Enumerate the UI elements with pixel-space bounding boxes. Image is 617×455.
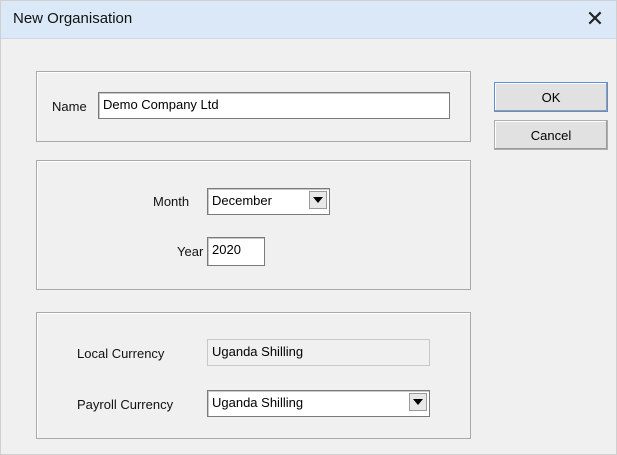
- local-currency-field: Uganda Shilling: [207, 339, 430, 366]
- month-label: Month: [153, 194, 190, 209]
- chevron-down-icon: [413, 399, 423, 405]
- name-label: Name: [52, 99, 87, 114]
- payroll-currency-value: Uganda Shilling: [212, 395, 304, 410]
- dialog-title: New Organisation: [13, 10, 133, 27]
- payroll-currency-label: Payroll Currency: [77, 397, 174, 412]
- period-group: [36, 160, 471, 290]
- month-select[interactable]: December: [207, 188, 330, 215]
- name-input[interactable]: Demo Company Ltd: [98, 92, 450, 119]
- title-bar[interactable]: New Organisation ✕: [1, 1, 616, 39]
- month-select-value: December: [212, 193, 272, 208]
- year-input[interactable]: 2020: [207, 237, 265, 266]
- chevron-down-icon: [313, 197, 323, 203]
- ok-button[interactable]: OK: [494, 82, 608, 112]
- local-currency-label: Local Currency: [77, 346, 165, 361]
- month-dropdown-button[interactable]: [309, 191, 327, 209]
- close-button[interactable]: ✕: [578, 3, 612, 35]
- payroll-currency-select[interactable]: Uganda Shilling: [207, 390, 430, 417]
- new-organisation-dialog: New Organisation ✕ Name Demo Company Ltd…: [0, 0, 617, 455]
- year-label: Year: [177, 244, 204, 259]
- cancel-button[interactable]: Cancel: [494, 120, 608, 150]
- close-icon: ✕: [585, 6, 605, 31]
- currency-group: [36, 312, 471, 439]
- payroll-currency-dropdown-button[interactable]: [409, 393, 427, 411]
